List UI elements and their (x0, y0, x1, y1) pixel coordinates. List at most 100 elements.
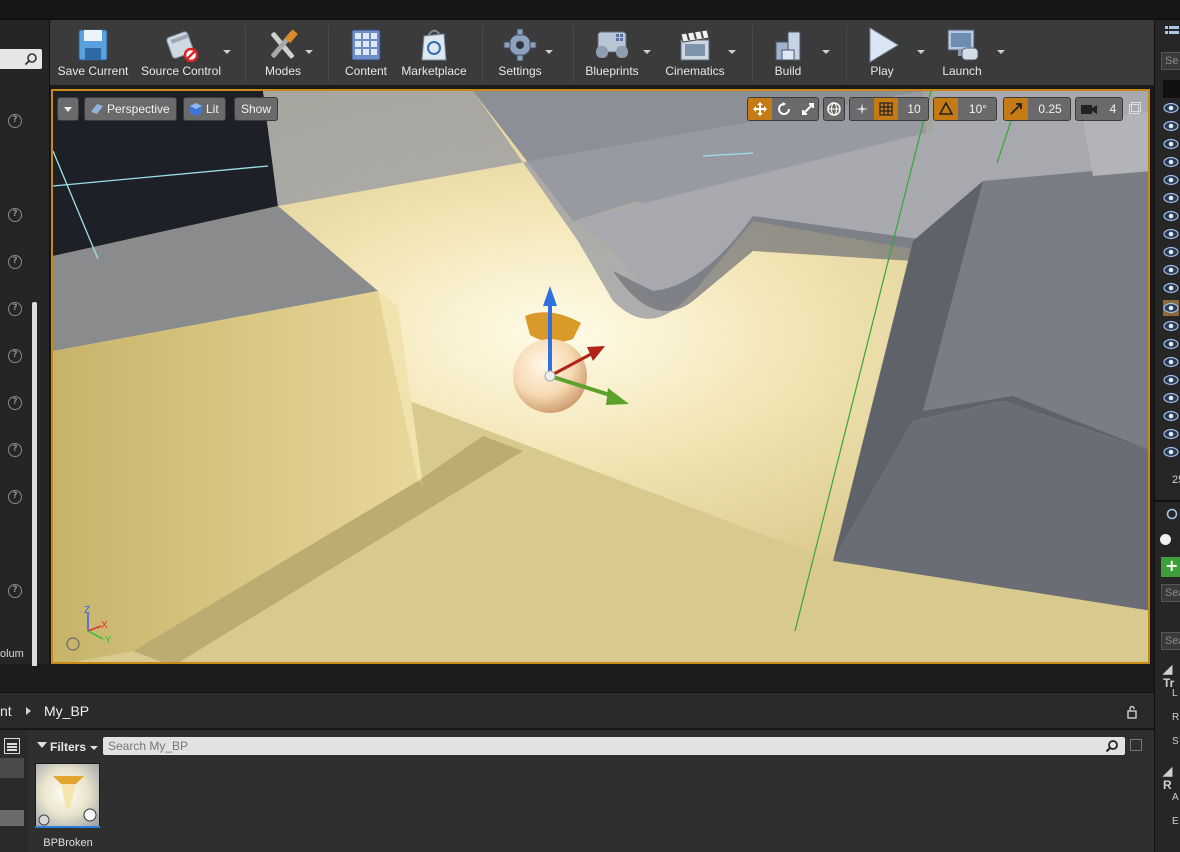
visibility-eye-icon[interactable] (1163, 172, 1179, 188)
visibility-eye-icon[interactable] (1163, 300, 1179, 316)
perspective-button[interactable]: Perspective (84, 97, 177, 121)
visibility-eye-icon[interactable] (1163, 262, 1179, 278)
visibility-eye-icon[interactable] (1163, 136, 1179, 152)
blueprint-thumbnail-image (36, 764, 99, 826)
chevron-down-icon[interactable] (545, 50, 553, 54)
breadcrumb-arrow-icon[interactable] (26, 707, 31, 715)
visibility-eye-icon[interactable] (1163, 426, 1179, 442)
scene-render[interactable]: Z X Y (53, 91, 1150, 664)
filter-icon (37, 742, 47, 748)
blueprints-button[interactable]: Blueprints (580, 20, 644, 86)
show-button[interactable]: Show (234, 97, 279, 121)
chevron-down-icon[interactable] (997, 50, 1005, 54)
help-icon[interactable]: ? (8, 255, 22, 269)
grid-snap-group: 10 (849, 97, 929, 121)
help-icon[interactable]: ? (8, 349, 22, 363)
chevron-down-icon[interactable] (917, 50, 925, 54)
visibility-eye-icon[interactable] (1163, 318, 1179, 334)
filters-button[interactable]: Filters (34, 737, 99, 757)
surface-snap-button[interactable] (850, 98, 874, 120)
search-icon (24, 53, 37, 66)
lock-icon[interactable] (1126, 705, 1140, 719)
toolbar-separator (245, 26, 246, 82)
visibility-eye-icon[interactable] (1163, 372, 1179, 388)
chevron-down-icon (90, 745, 99, 750)
asset-thumbnail[interactable] (35, 763, 100, 827)
visibility-eye-icon[interactable] (1163, 354, 1179, 370)
component-search-input[interactable]: Sea (1161, 584, 1180, 602)
visibility-eye-icon[interactable] (1163, 444, 1179, 460)
visibility-eye-icon[interactable] (1163, 244, 1179, 260)
left-search-input[interactable] (0, 49, 42, 69)
details-search-icon (1166, 508, 1178, 520)
visibility-eye-icon[interactable] (1163, 208, 1179, 224)
scale-icon (802, 103, 814, 115)
visibility-eye-icon[interactable] (1163, 154, 1179, 170)
camera-speed-group[interactable]: 4 (1075, 97, 1123, 121)
content-browser: Filters Search My_BP BPBroken (0, 729, 1154, 852)
visibility-eye-icon[interactable] (1163, 118, 1179, 134)
visibility-eye-icon[interactable] (1163, 390, 1179, 406)
source-folder-item[interactable] (0, 810, 24, 826)
visibility-eye-icon[interactable] (1163, 100, 1179, 116)
launch-button[interactable]: Launch (934, 20, 990, 86)
details-search-input[interactable]: Sea (1161, 632, 1180, 650)
outliner-search-input[interactable]: Se (1161, 52, 1180, 70)
help-icon[interactable]: ? (8, 396, 22, 410)
rotation-snap-value[interactable]: 10° (958, 98, 996, 120)
save-current-button[interactable]: Save Current (54, 20, 132, 86)
visibility-eye-icon[interactable] (1163, 408, 1179, 424)
row-e-label: E (1172, 816, 1179, 827)
asset-search-input[interactable]: Search My_BP (103, 737, 1125, 755)
settings-button[interactable]: Settings (490, 20, 550, 86)
source-folder-item[interactable] (0, 758, 24, 778)
rotate-mode-button[interactable] (772, 98, 796, 120)
chevron-down-icon[interactable] (223, 50, 231, 54)
chevron-down-icon[interactable] (643, 50, 651, 54)
scale-snap-value[interactable]: 0.25 (1028, 98, 1070, 120)
play-button[interactable]: Play (854, 20, 910, 86)
translate-mode-button[interactable] (748, 98, 772, 120)
source-control-button[interactable]: Source Control (136, 20, 226, 86)
content-browser-path-bar: nt My_BP (0, 692, 1154, 728)
left-scrollbar[interactable] (32, 302, 37, 678)
help-icon[interactable]: ? (8, 302, 22, 316)
section-rendering[interactable]: ◢ R (1163, 764, 1180, 792)
grid-snap-value[interactable]: 10 (898, 98, 928, 120)
breadcrumb-current[interactable]: My_BP (44, 703, 89, 719)
world-local-toggle[interactable] (823, 97, 845, 121)
visibility-eye-icon[interactable] (1163, 190, 1179, 206)
content-button[interactable]: Content (336, 20, 396, 86)
help-icon[interactable]: ? (8, 584, 22, 598)
section-transform[interactable]: ◢ Tr (1163, 662, 1180, 690)
help-icon[interactable]: ? (8, 208, 22, 222)
help-icon[interactable]: ? (8, 443, 22, 457)
sources-toggle-icon[interactable] (4, 738, 20, 754)
visibility-eye-icon[interactable] (1163, 336, 1179, 352)
visibility-eye-icon[interactable] (1163, 280, 1179, 296)
transform-mode-group (747, 97, 819, 121)
marketplace-label: Marketplace (401, 64, 467, 78)
save-search-icon[interactable] (1130, 739, 1142, 751)
chevron-down-icon[interactable] (822, 50, 830, 54)
toolbar-separator (328, 26, 329, 82)
maximize-icon[interactable] (1129, 102, 1141, 114)
breadcrumb-parent[interactable]: nt (0, 703, 12, 719)
grid-icon (879, 102, 893, 116)
build-button[interactable]: Build (760, 20, 816, 86)
chevron-down-icon[interactable] (728, 50, 736, 54)
scale-snap-toggle[interactable] (1004, 98, 1028, 120)
scale-mode-button[interactable] (796, 98, 818, 120)
viewport-options-button[interactable] (57, 97, 79, 121)
grid-snap-toggle[interactable] (874, 98, 898, 120)
level-viewport[interactable]: Z X Y Perspective Lit Show 10 10° 0.25 4 (51, 89, 1150, 664)
add-component-button[interactable]: + (1161, 557, 1180, 577)
marketplace-button[interactable]: Marketplace (398, 20, 470, 86)
cinematics-button[interactable]: Cinematics (660, 20, 730, 86)
lit-button[interactable]: Lit (183, 97, 226, 121)
rotation-snap-toggle[interactable] (934, 98, 958, 120)
visibility-eye-icon[interactable] (1163, 226, 1179, 242)
help-icon[interactable]: ? (8, 490, 22, 504)
chevron-down-icon[interactable] (305, 50, 313, 54)
help-icon[interactable]: ? (8, 114, 22, 128)
